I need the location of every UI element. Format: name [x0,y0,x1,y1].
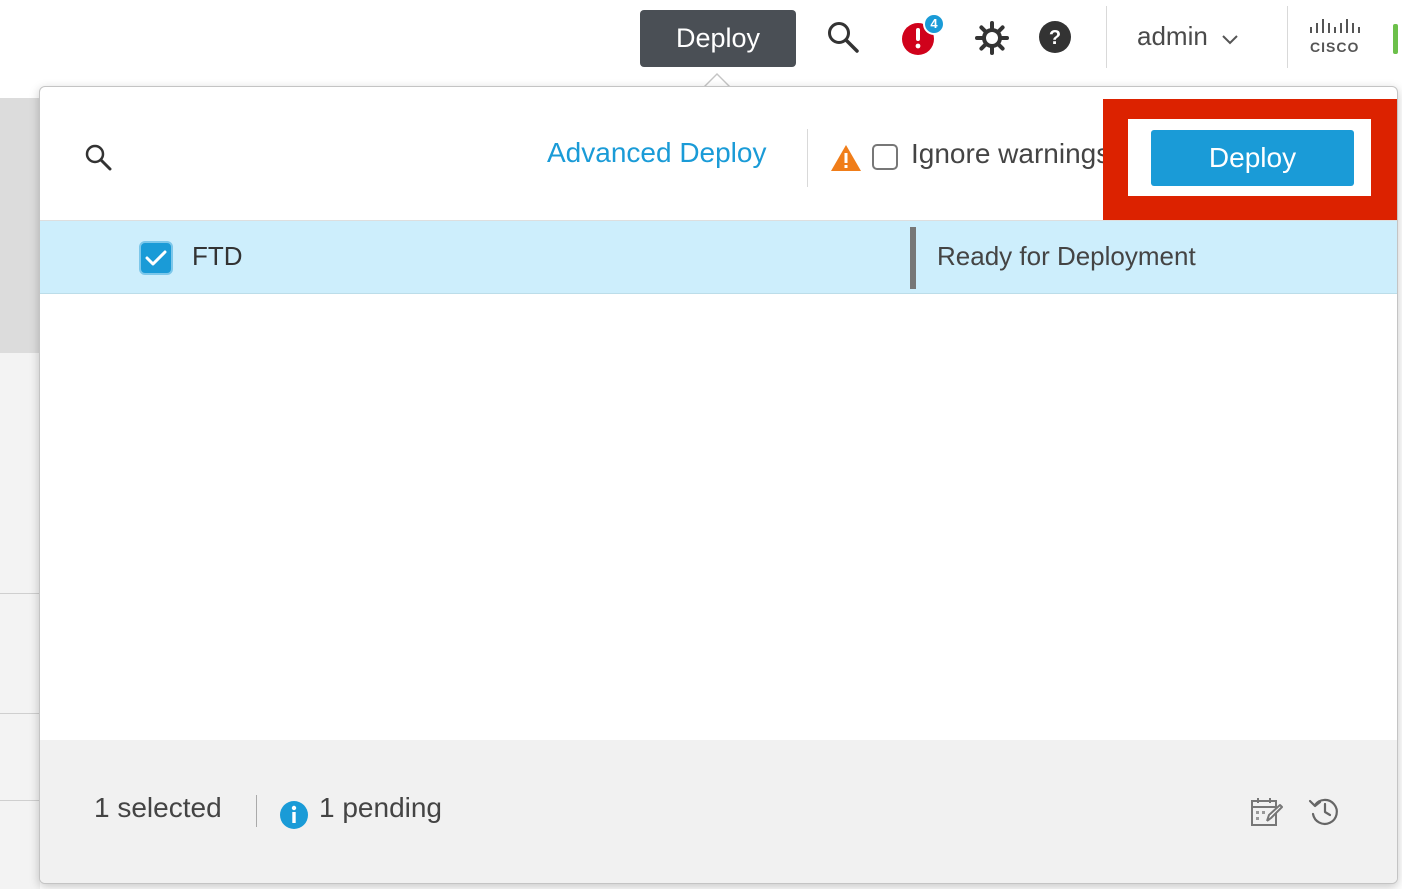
chevron-down-icon [1222,21,1238,52]
advanced-deploy-link[interactable]: Advanced Deploy [547,137,766,169]
notification-count-badge: 4 [930,16,938,31]
popup-footer: 1 selected 1 pending [40,740,1397,883]
check-icon [145,250,167,266]
top-bar: Deploy 4 ? admin CISCO [0,0,1402,84]
svg-text:?: ? [1049,27,1061,49]
device-name: FTD [192,241,243,271]
deploy-button[interactable]: Deploy [1151,130,1354,186]
ignore-warnings-checkbox[interactable] [872,144,898,170]
gear-icon[interactable] [975,21,1009,60]
device-checkbox[interactable] [139,241,173,275]
selected-count: 1 selected [94,792,222,823]
divider [1287,6,1288,68]
warning-icon [830,144,862,177]
background-line [0,593,40,594]
schedule-icon[interactable] [1250,796,1284,833]
cisco-logo: CISCO [1306,18,1376,58]
background-page [0,98,40,889]
divider [256,795,257,827]
pending-count: 1 pending [319,792,443,823]
search-icon[interactable] [84,143,112,176]
status-indicator [1393,24,1398,54]
popup-header: Advanced Deploy Ignore warnings Deploy [40,87,1397,221]
divider [807,129,808,187]
top-deploy-button[interactable]: Deploy [640,10,796,67]
background-line [0,800,40,801]
help-icon[interactable]: ? [1038,20,1072,59]
background-line [0,713,40,714]
device-row[interactable]: FTD Ready for Deployment [40,221,1397,294]
device-status: Ready for Deployment [937,241,1196,271]
info-icon [279,800,309,835]
background-strip [0,98,40,353]
alert-icon[interactable]: 4 [901,13,947,58]
column-divider [910,227,916,289]
cisco-wordmark: CISCO [1310,39,1360,55]
history-icon[interactable] [1307,795,1341,832]
search-icon[interactable] [826,20,860,59]
user-menu[interactable]: admin [1137,18,1238,54]
ignore-warnings-label: Ignore warnings [911,138,1107,169]
deploy-popup: Advanced Deploy Ignore warnings Deploy F… [39,86,1398,884]
divider [1106,6,1107,68]
user-name: admin [1137,20,1208,51]
